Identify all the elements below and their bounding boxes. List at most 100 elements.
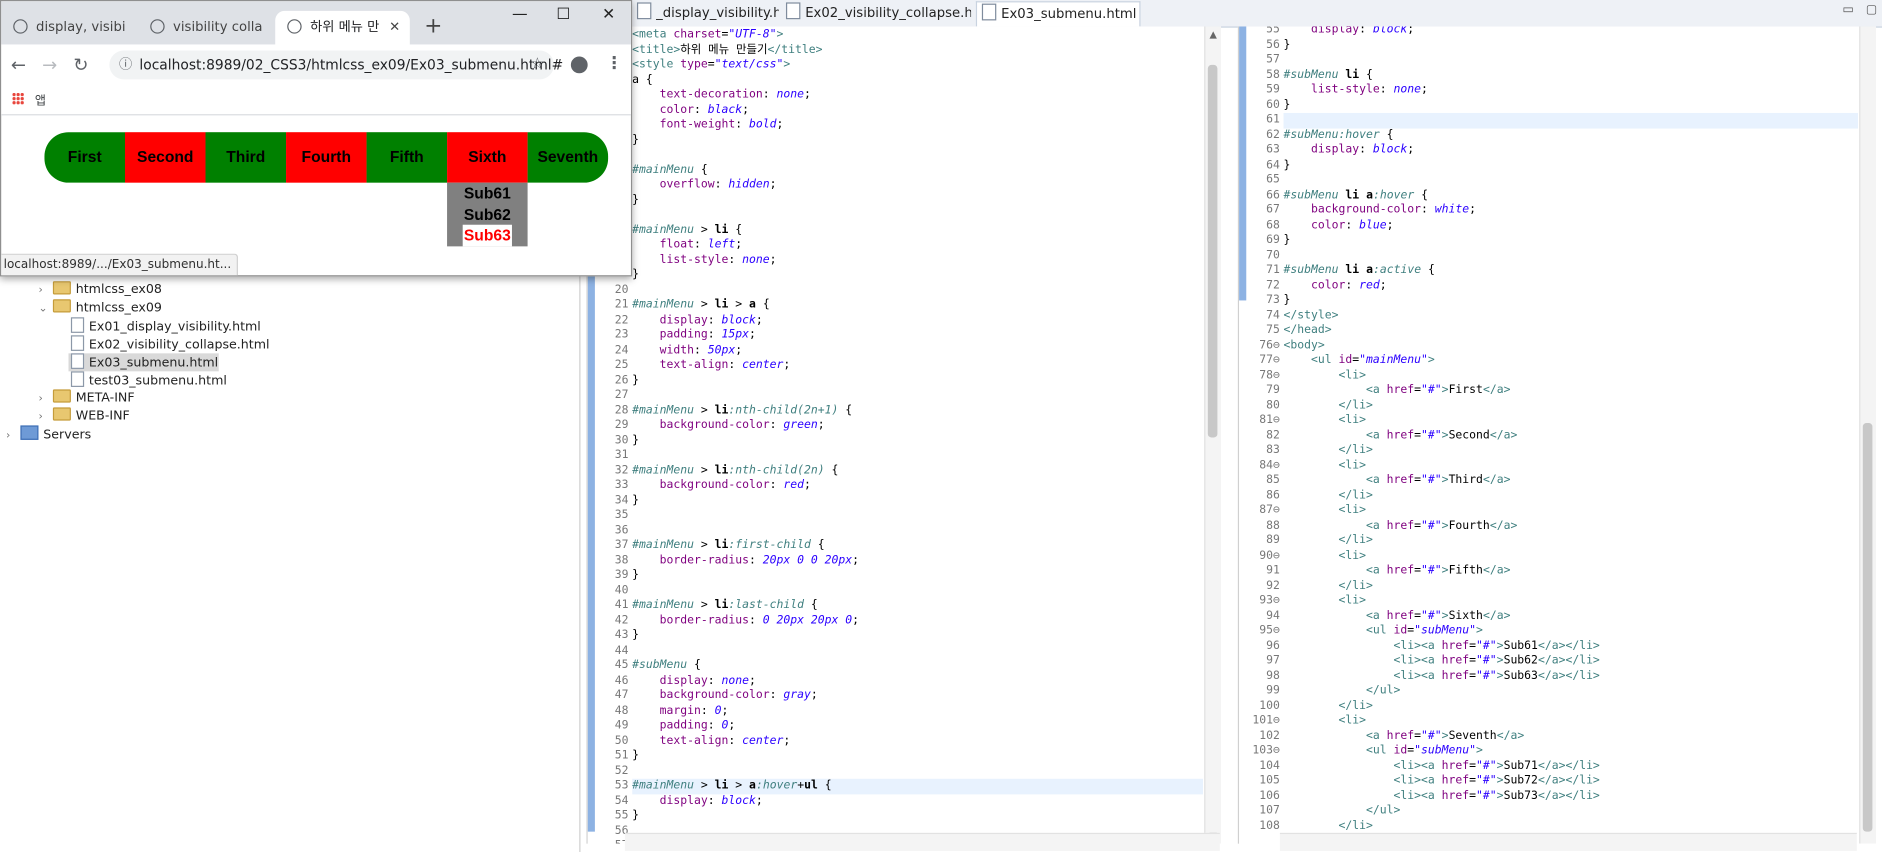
code-line[interactable]: } [632, 629, 639, 644]
tree-file-ex02[interactable]: Ex02_visibility_collapse.html [69, 335, 270, 353]
menu-link-sixth[interactable]: Sixth [447, 132, 528, 182]
code-line[interactable]: <li> [1284, 368, 1367, 383]
scroll-thumb[interactable] [1207, 64, 1218, 438]
code-line[interactable]: #subMenu li a:active { [1284, 263, 1435, 278]
expand-icon[interactable]: › [38, 391, 50, 409]
code-line[interactable]: #mainMenu > li > a { [632, 298, 770, 313]
horizontal-scrollbar[interactable] [1279, 832, 1857, 851]
code-line[interactable]: <li> [1284, 504, 1367, 519]
close-tab-icon[interactable]: ✕ [389, 11, 400, 45]
code-line[interactable]: </li> [1284, 489, 1373, 504]
code-line[interactable]: } [632, 268, 639, 283]
submenu-link-sub63[interactable]: Sub63 [462, 224, 512, 246]
code-line[interactable]: } [632, 568, 639, 583]
tree-folder-htmlcss-ex08[interactable]: › htmlcss_ex08 [38, 281, 162, 299]
code-line[interactable]: a { [632, 73, 653, 88]
code-line[interactable]: <li><a href="#">Sub61</a></li> [1284, 639, 1599, 654]
tree-file-ex01[interactable]: Ex01_display_visibility.html [69, 317, 261, 335]
code-line[interactable]: </li> [1284, 443, 1373, 458]
code-line[interactable]: } [632, 193, 639, 208]
code-area[interactable]: <meta charset="UTF-8"> <title>하위 메뉴 만들기</… [632, 26, 1204, 843]
menu-link-fifth[interactable]: Fifth [367, 132, 448, 182]
code-line[interactable]: #subMenu li { [1284, 68, 1373, 83]
code-line[interactable]: </li> [1284, 819, 1373, 834]
code-line[interactable]: padding: 15px; [632, 328, 756, 343]
code-line[interactable]: } [632, 749, 639, 764]
forward-icon[interactable]: → [42, 54, 57, 76]
code-line[interactable]: #mainMenu > li { [632, 223, 742, 238]
code-line[interactable]: } [1284, 38, 1291, 53]
code-line[interactable]: <li><a href="#">Sub62</a></li> [1284, 654, 1599, 669]
back-icon[interactable]: ← [11, 54, 26, 76]
code-line[interactable]: <style type="text/css"> [632, 58, 790, 73]
code-line[interactable]: display: none; [632, 674, 756, 689]
code-line[interactable]: <li><a href="#">Sub73</a></li> [1284, 789, 1599, 804]
code-line[interactable]: </ul> [1284, 804, 1400, 819]
code-line[interactable]: border-radius: 20px 0 0 20px; [632, 553, 859, 568]
code-line[interactable]: #mainMenu > li > a:hover+ul { [632, 779, 831, 794]
code-line[interactable]: } [1284, 98, 1291, 113]
code-line[interactable]: display: block; [1284, 143, 1414, 158]
minimize-window-button[interactable]: — [512, 6, 528, 24]
vertical-scrollbar[interactable]: ▲ ▼ [1204, 26, 1222, 844]
browser-tab-visibility-collapse[interactable]: visibility colla [138, 11, 273, 45]
code-line[interactable]: <li><a href="#">Sub72</a></li> [1284, 774, 1599, 789]
menu-link-fourth[interactable]: Fourth [286, 132, 367, 182]
code-line[interactable]: <a href="#">Third</a> [1284, 474, 1510, 489]
apps-grid-icon[interactable] [12, 92, 25, 105]
editor-pane-left[interactable]: 20 21 22 23 24 25 26 27 28 29 30 31 32 33 34 35 36 37 38 39… [586, 26, 1222, 844]
tree-folder-meta-inf[interactable]: › META-INF [38, 389, 135, 409]
code-line[interactable]: list-style: none; [632, 253, 777, 268]
code-line[interactable]: </li> [1284, 699, 1373, 714]
submenu-link-sub62[interactable]: Sub62 [447, 204, 528, 225]
expand-icon[interactable]: › [38, 409, 50, 427]
code-line[interactable]: text-align: center; [632, 734, 791, 749]
collapse-icon[interactable]: ⌄ [38, 300, 50, 318]
info-icon[interactable]: ⓘ [119, 50, 132, 79]
tree-folder-servers[interactable]: › Servers [6, 425, 91, 443]
submenu-link-sub61[interactable]: Sub61 [447, 183, 528, 204]
code-line[interactable]: #subMenu li a:hover { [1284, 188, 1428, 203]
code-line[interactable]: } [632, 373, 639, 388]
scroll-thumb[interactable] [1862, 423, 1873, 832]
code-line[interactable]: #mainMenu > li:first-child { [632, 538, 825, 553]
code-line[interactable]: </li> [1284, 534, 1373, 549]
code-line[interactable]: background-color: green; [632, 418, 825, 433]
editor-pane-right[interactable]: 55 56 57 58 59 60 61 62 63 64 65 66 67 68 69 70 71 72 73 74… [1237, 26, 1877, 844]
code-line[interactable]: color: red; [1284, 278, 1387, 293]
code-line[interactable]: color: black; [632, 103, 749, 118]
code-line[interactable]: #mainMenu > li:last-child { [632, 598, 818, 613]
menu-link-third[interactable]: Third [206, 132, 287, 182]
code-line[interactable]: list-style: none; [1284, 83, 1428, 98]
vertical-scrollbar[interactable] [1859, 26, 1877, 844]
tree-file-ex03[interactable]: Ex03_submenu.html [68, 353, 219, 372]
code-line[interactable]: color: blue; [1284, 218, 1394, 233]
code-line[interactable]: #mainMenu > li:nth-child(2n) { [632, 463, 838, 478]
code-line[interactable]: background-color: red; [632, 478, 811, 493]
maximize-window-button[interactable]: ☐ [556, 6, 570, 24]
address-url[interactable]: localhost:8989/02_CSS3/htmlcss_ex09/Ex03… [139, 50, 563, 79]
code-line[interactable]: <ul id="mainMenu"> [1284, 353, 1435, 368]
code-line[interactable]: <meta charset="UTF-8"> [632, 28, 783, 43]
code-line[interactable]: } [1284, 293, 1291, 308]
code-line[interactable]: <li> [1284, 458, 1367, 473]
code-line[interactable]: text-decoration: none; [632, 88, 811, 103]
bookmark-star-icon[interactable]: ☆ [530, 50, 544, 79]
apps-label[interactable]: 앱 [35, 90, 46, 108]
code-line[interactable]: margin: 0; [632, 704, 729, 719]
code-line[interactable]: } [632, 133, 639, 148]
code-line[interactable]: #mainMenu { [632, 163, 708, 178]
editor-tab-visibility-collapse[interactable]: Ex02_visibility_collapse.html [781, 1, 971, 25]
tree-folder-web-inf[interactable]: › WEB-INF [38, 407, 130, 427]
code-line[interactable]: background-color: gray; [632, 689, 818, 704]
tree-folder-htmlcss-ex09[interactable]: ⌄ htmlcss_ex09 [38, 299, 162, 318]
code-line[interactable]: </ul> [1284, 684, 1400, 699]
code-line[interactable]: <title>하위 메뉴 만들기</title> [632, 43, 822, 58]
code-line[interactable]: float: left; [632, 238, 743, 253]
code-line[interactable]: display: block; [632, 794, 763, 809]
menu-link-seventh[interactable]: Seventh [528, 132, 609, 182]
code-line[interactable]: } [1284, 233, 1291, 248]
code-line[interactable]: background-color: white; [1284, 203, 1476, 218]
code-line[interactable]: <body> [1284, 338, 1325, 353]
code-line[interactable]: <a href="#">Seventh</a> [1284, 729, 1524, 744]
